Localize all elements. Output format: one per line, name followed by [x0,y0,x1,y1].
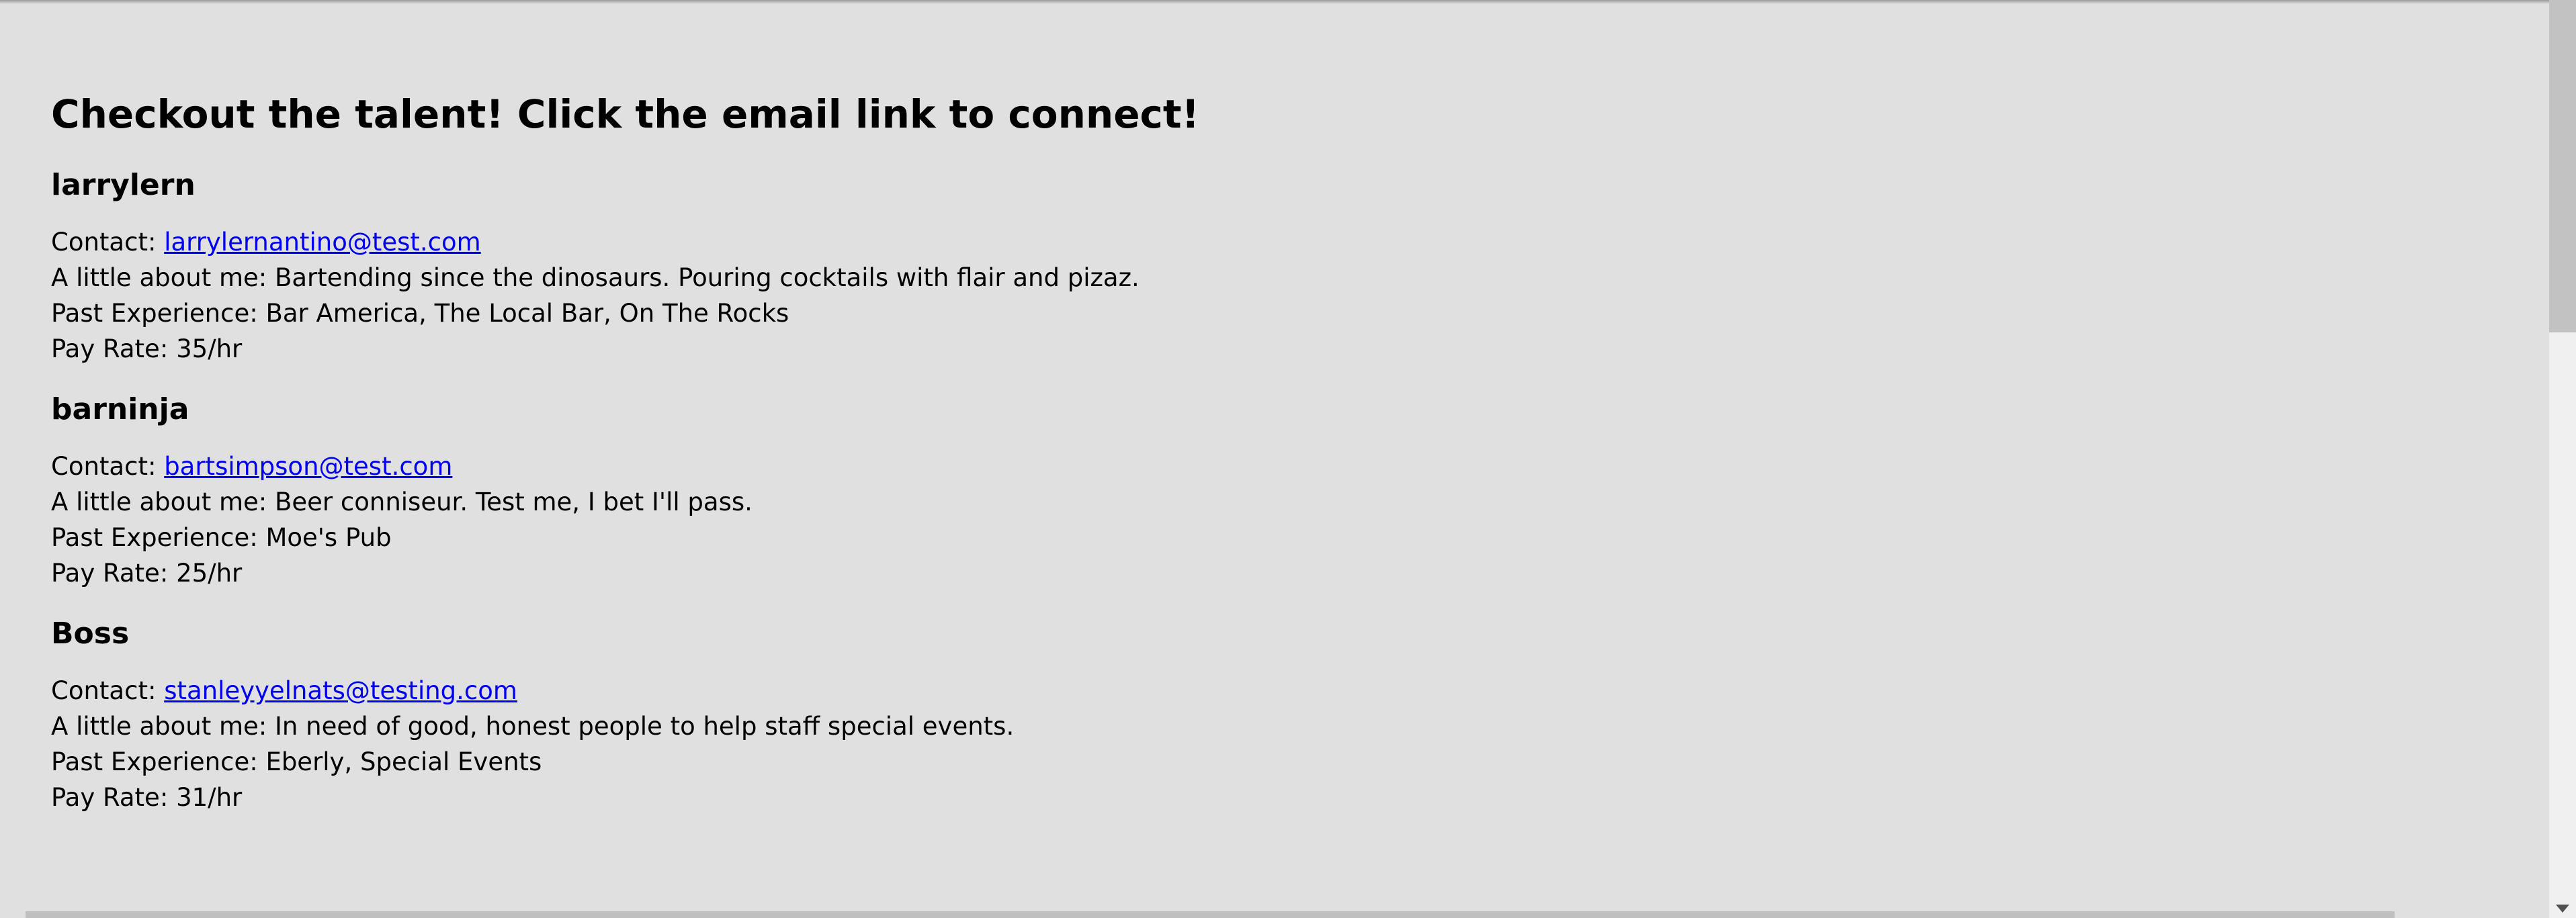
profile-name: Boss [51,616,130,651]
about-line: A little about me: Bartending since the … [51,260,2470,295]
about-line: A little about me: In need of good, hone… [51,708,2470,744]
contact-line: Contact: bartsimpson@test.com [51,449,2470,484]
about-label: A little about me: [51,263,275,292]
pay-line: Pay Rate: 25/hr [51,555,2470,591]
experience-text: Bar America, The Local Bar, On The Rocks [265,299,789,328]
pay-line: Pay Rate: 35/hr [51,331,2470,367]
vertical-scrollbar[interactable] [2549,0,2576,918]
pay-label: Pay Rate: [51,559,177,588]
experience-line: Past Experience: Bar America, The Local … [51,295,2470,331]
contact-label: Contact: [51,676,165,705]
profile-name: larrylern [51,168,196,202]
browser-viewport: Checkout the talent! Click the email lin… [0,0,2576,918]
experience-label: Past Experience: [51,747,266,776]
pay-label: Pay Rate: [51,783,177,812]
profile-card: larrylern Contact: larrylernantino@test.… [51,161,2470,367]
experience-text: Moe's Pub [265,523,392,552]
contact-label: Contact: [51,228,165,257]
scrollbar-thumb[interactable] [2549,0,2576,332]
experience-line: Past Experience: Eberly, Special Events [51,744,2470,780]
about-label: A little about me: [51,712,275,741]
experience-label: Past Experience: [51,523,266,552]
page-title: Checkout the talent! Click the email lin… [51,91,1200,137]
pay-line: Pay Rate: 31/hr [51,780,2470,815]
contact-line: Contact: stanleyyelnats@testing.com [51,673,2470,708]
experience-line: Past Experience: Moe's Pub [51,520,2470,555]
email-link[interactable]: larrylernantino@test.com [164,228,481,257]
contact-label: Contact: [51,452,165,481]
scroll-down-arrow-icon[interactable] [2556,905,2569,913]
pay-text: 35/hr [176,334,243,363]
experience-label: Past Experience: [51,299,266,328]
contact-line: Contact: larrylernantino@test.com [51,224,2470,260]
about-label: A little about me: [51,488,275,516]
about-text: Bartending since the dinosaurs. Pouring … [275,263,1140,292]
email-link[interactable]: bartsimpson@test.com [164,452,452,481]
profile-card: Boss Contact: stanleyyelnats@testing.com… [51,610,2470,815]
top-shadow [0,0,2576,4]
about-line: A little about me: Beer conniseur. Test … [51,484,2470,520]
profile-card: barninja Contact: bartsimpson@test.com A… [51,385,2470,591]
pay-label: Pay Rate: [51,334,177,363]
horizontal-scrollbar[interactable] [26,911,2395,918]
email-link[interactable]: stanleyyelnats@testing.com [164,676,517,705]
about-text: Beer conniseur. Test me, I bet I'll pass… [275,488,753,516]
experience-text: Eberly, Special Events [265,747,542,776]
talent-page: Checkout the talent! Click the email lin… [51,86,2470,815]
profile-name: barninja [51,392,189,426]
pay-text: 31/hr [176,783,243,812]
about-text: In need of good, honest people to help s… [275,712,1015,741]
pay-text: 25/hr [176,559,243,588]
